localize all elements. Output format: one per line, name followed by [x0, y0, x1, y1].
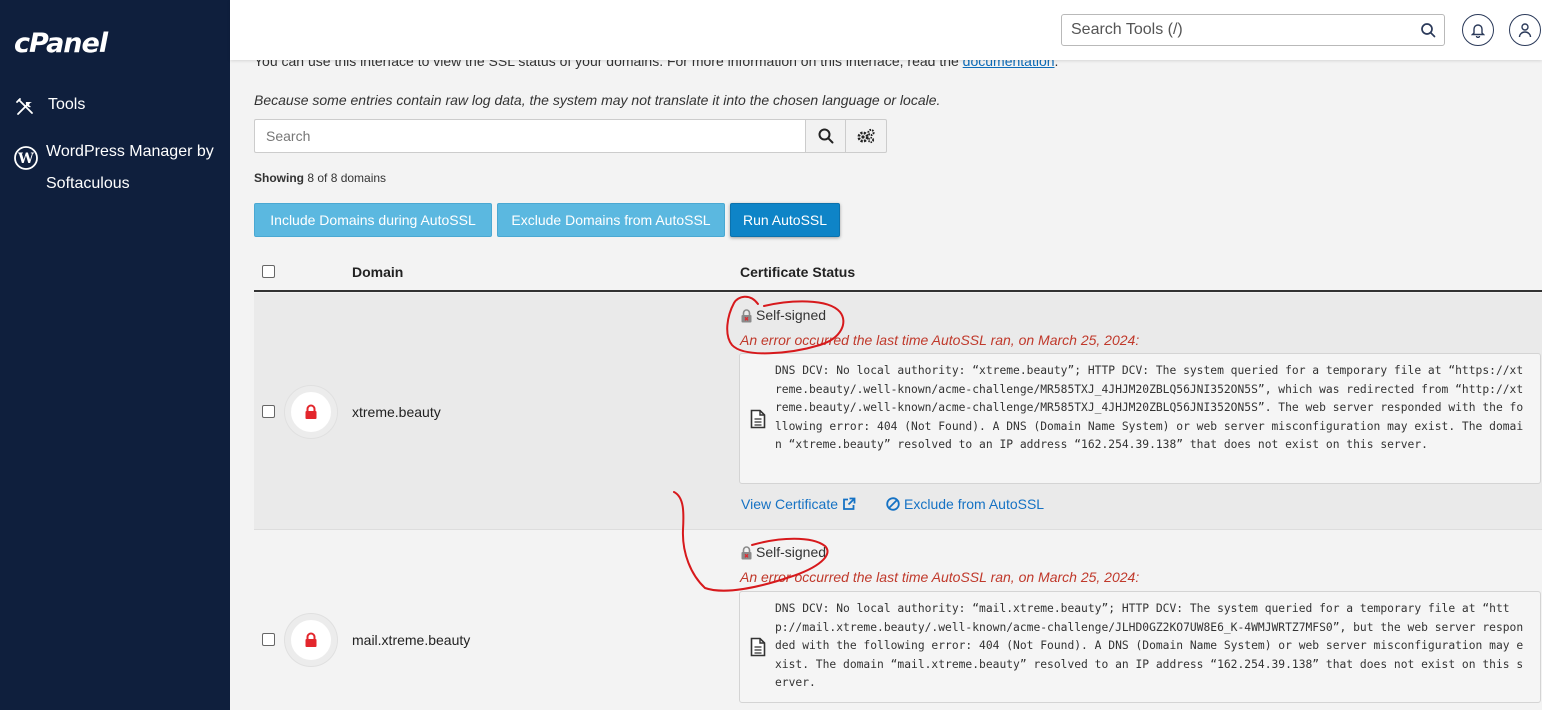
domain-name: mail.xtreme.beauty: [352, 632, 471, 648]
top-bar: [230, 0, 1542, 60]
ssl-status-indicator: [285, 386, 337, 438]
exclude-from-autossl-link[interactable]: Exclude from AutoSSL: [886, 496, 1044, 512]
domain-name: xtreme.beauty: [352, 404, 441, 420]
certificate-status: Self-signed: [740, 544, 826, 560]
log-text: DNS DCV: No local authority: “mail.xtrem…: [775, 602, 1524, 690]
tool-search-box: [1061, 14, 1445, 46]
log-text: DNS DCV: No local authority: “xtreme.bea…: [775, 364, 1524, 452]
sidebar-item-label: Tools: [48, 96, 86, 113]
select-all-checkbox[interactable]: [262, 265, 275, 278]
search-button[interactable]: [805, 119, 846, 153]
main-content: You can use this interface to view the S…: [230, 0, 1542, 710]
table-header: Domain Certificate Status: [254, 252, 1542, 292]
showing-count: Showing 8 of 8 domains: [254, 171, 386, 185]
svg-text:W: W: [17, 151, 34, 167]
document-icon: [750, 409, 766, 429]
search-icon[interactable]: [1420, 22, 1436, 38]
showing-label: Showing: [254, 171, 304, 185]
self-signed-lock-icon: [741, 308, 752, 322]
table-row: xtreme.beauty Self-signed An error occur…: [254, 293, 1542, 530]
lock-icon: [305, 404, 317, 419]
notifications-button[interactable]: [1462, 14, 1494, 46]
lock-icon: [305, 632, 317, 647]
column-header-domain: Domain: [352, 264, 404, 280]
table-row: mail.xtreme.beauty Self-signed An error …: [254, 531, 1542, 710]
document-icon: [750, 637, 766, 657]
user-icon: [1518, 23, 1532, 38]
log-box: DNS DCV: No local authority: “mail.xtrem…: [739, 591, 1541, 703]
row-checkbox[interactable]: [262, 405, 275, 418]
bell-icon: [1471, 24, 1485, 38]
cpanel-logo[interactable]: cPanel: [14, 28, 108, 59]
gears-icon: [857, 128, 875, 144]
include-domains-button[interactable]: Include Domains during AutoSSL: [254, 203, 492, 237]
column-header-status: Certificate Status: [740, 264, 856, 280]
row-checkbox[interactable]: [262, 633, 275, 646]
showing-value: 8 of 8 domains: [307, 171, 387, 185]
domain-search-input[interactable]: [254, 119, 805, 153]
locale-note: Because some entries contain raw log dat…: [254, 92, 941, 108]
domain-search-group: [254, 119, 887, 153]
external-link-icon: [843, 497, 856, 510]
sidebar-item-tools[interactable]: Tools: [14, 96, 85, 118]
log-box: DNS DCV: No local authority: “xtreme.bea…: [739, 353, 1541, 484]
sidebar-item-wordpress[interactable]: W WordPress Manager by Softaculous: [14, 142, 224, 200]
autossl-error-message: An error occurred the last time AutoSSL …: [740, 332, 1140, 348]
view-certificate-link[interactable]: View Certificate: [741, 496, 856, 512]
status-text: Self-signed: [756, 544, 827, 560]
user-menu-button[interactable]: [1509, 14, 1541, 46]
status-text: Self-signed: [756, 307, 827, 323]
tool-search-input[interactable]: [1062, 21, 1402, 39]
ssl-status-indicator: [285, 614, 337, 666]
sidebar: cPanel Tools W WordPress Manager by Soft…: [0, 0, 230, 710]
autossl-error-message: An error occurred the last time AutoSSL …: [740, 569, 1140, 585]
run-autossl-button[interactable]: Run AutoSSL: [730, 203, 840, 237]
exclude-from-autossl-label: Exclude from AutoSSL: [904, 496, 1045, 512]
self-signed-lock-icon: [741, 545, 752, 559]
search-icon: [818, 128, 833, 144]
certificate-status: Self-signed: [740, 307, 826, 323]
wordpress-icon: W: [14, 146, 38, 170]
search-settings-button[interactable]: [846, 119, 887, 153]
exclude-domains-button[interactable]: Exclude Domains from AutoSSL: [497, 203, 725, 237]
row-actions: View Certificate Exclude from AutoSSL: [741, 496, 1044, 512]
ban-icon: [886, 497, 900, 511]
sidebar-item-label: WordPress Manager by Softaculous: [46, 143, 214, 192]
tools-icon: [14, 96, 36, 118]
view-certificate-label: View Certificate: [741, 496, 839, 512]
